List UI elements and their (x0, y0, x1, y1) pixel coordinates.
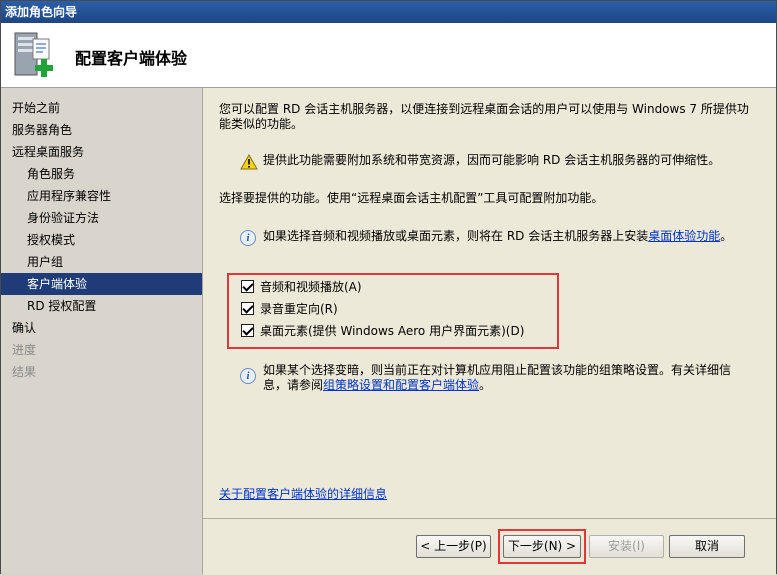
back-button[interactable]: < 上一步(P) (416, 535, 491, 558)
nav-item-remote-desktop-services[interactable]: 远程桌面服务 (1, 141, 202, 163)
nav-item-app-compatibility[interactable]: 应用程序兼容性 (1, 185, 202, 207)
info-group-policy-suffix: 。 (479, 378, 492, 392)
nav-item-user-groups[interactable]: 用户组 (1, 251, 202, 273)
checkbox-audio-video-playback-box[interactable] (241, 279, 254, 293)
page-title: 配置客户端体验 (75, 49, 188, 68)
info-desktop-experience-suffix: 。 (720, 229, 733, 243)
nav-item-licensing-mode[interactable]: 授权模式 (1, 229, 202, 251)
nav-item-authentication-method[interactable]: 身份验证方法 (1, 207, 202, 229)
nav-item-server-roles[interactable]: 服务器角色 (1, 119, 202, 141)
checkbox-desktop-composition[interactable]: 桌面元素(提供 Windows Aero 用户界面元素)(D) (241, 320, 524, 340)
window-title: 添加角色向导 (1, 1, 776, 23)
info-icon: i (240, 368, 256, 384)
info-group-policy-line2: 息，请参阅组策略设置和配置客户端体验。 (263, 378, 763, 393)
checkbox-audio-video-playback[interactable]: 音频和视频播放(A) (241, 276, 362, 296)
warning-icon (240, 154, 258, 170)
select-prompt-text: 选择要提供的功能。使用“远程桌面会话主机配置”工具可配置附加功能。 (219, 191, 604, 205)
add-roles-wizard-window: 添加角色向导 配置客户端体验 开始之前 服务器角色 远程桌面服务 角色服务 应用… (0, 0, 777, 575)
nav-item-confirmation[interactable]: 确认 (1, 317, 202, 339)
checkbox-desktop-composition-label[interactable]: 桌面元素(提供 Windows Aero 用户界面元素)(D) (260, 322, 524, 339)
next-button[interactable]: 下一步(N) > (503, 535, 581, 558)
desktop-experience-link[interactable]: 桌面体验功能 (648, 229, 720, 243)
nav-item-rd-licensing-config[interactable]: RD 授权配置 (1, 295, 202, 317)
group-policy-link[interactable]: 组策略设置和配置客户端体验 (323, 378, 479, 392)
warning-text: 提供此功能需要附加系统和带宽资源，因而可能影响 RD 会话主机服务器的可伸缩性。 (263, 153, 721, 167)
nav-item-before-you-begin[interactable]: 开始之前 (1, 97, 202, 119)
checkbox-audio-recording-redirection-box[interactable] (241, 301, 254, 315)
info-desktop-experience-text: 如果选择音频和视频播放或桌面元素，则将在 RD 会话主机服务器上安装 (263, 229, 649, 243)
install-button: 安装(I) (589, 535, 664, 558)
checkbox-audio-recording-redirection[interactable]: 录音重定向(R) (241, 298, 338, 318)
checkbox-desktop-composition-box[interactable] (241, 323, 254, 337)
nav-item-role-services[interactable]: 角色服务 (1, 163, 202, 185)
info-group-policy-text: 息，请参阅 (263, 378, 324, 392)
server-add-icon (14, 32, 53, 77)
info-group-policy-line1: 如果某个选择变暗，则当前正在对计算机应用阻止配置该功能的组策略设置。有关详细信 (263, 363, 732, 377)
checkbox-audio-video-playback-label[interactable]: 音频和视频播放(A) (260, 278, 362, 295)
nav-item-client-experience[interactable]: 客户端体验 (1, 273, 202, 295)
info-icon: i (240, 230, 256, 246)
more-info-link[interactable]: 关于配置客户端体验的详细信息 (219, 487, 387, 502)
wizard-nav: 开始之前 服务器角色 远程桌面服务 角色服务 应用程序兼容性 身份验证方法 授权… (1, 88, 203, 574)
wizard-header: 配置客户端体验 (1, 23, 776, 88)
checkbox-audio-recording-redirection-label[interactable]: 录音重定向(R) (260, 300, 338, 317)
intro-text: 您可以配置 RD 会话主机服务器，以便连接到远程桌面会话的用户可以使用与 Win… (219, 102, 749, 131)
nav-item-progress: 进度 (12, 343, 37, 357)
cancel-button[interactable]: 取消 (669, 535, 745, 558)
nav-item-results: 结果 (12, 365, 37, 379)
info-desktop-experience: 如果选择音频和视频播放或桌面元素，则将在 RD 会话主机服务器上安装桌面体验功能… (263, 229, 763, 244)
